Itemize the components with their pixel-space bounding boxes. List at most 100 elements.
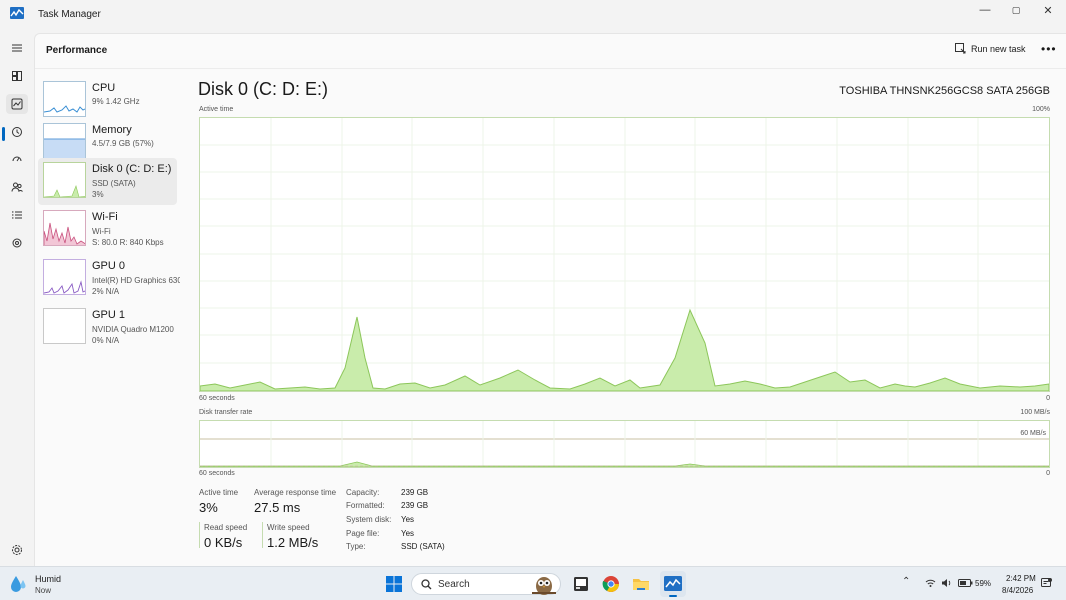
read-speed-label: Read speed bbox=[204, 523, 248, 532]
type-value: SSD (SATA) bbox=[401, 542, 445, 551]
disk-model: TOSHIBA THNSNK256GCS8 SATA 256GB bbox=[839, 85, 1050, 97]
maximize-button[interactable]: ▢ bbox=[998, 0, 1034, 20]
processes-icon[interactable] bbox=[6, 66, 28, 86]
run-task-icon bbox=[955, 43, 966, 54]
title-bar: Task Manager — ▢ ✕ bbox=[0, 0, 1066, 30]
transfer-rate-graph: 60 MB/s bbox=[199, 420, 1050, 468]
active-time-graph bbox=[199, 117, 1050, 392]
file-explorer-icon[interactable] bbox=[631, 574, 651, 594]
weather-droplet-icon[interactable] bbox=[10, 574, 28, 594]
battery-icon[interactable] bbox=[958, 579, 973, 587]
taskbar-search-box[interactable]: Search bbox=[411, 573, 561, 595]
avg-response-value: 27.5 ms bbox=[254, 500, 301, 515]
write-speed-separator bbox=[262, 522, 263, 548]
wifi-icon[interactable] bbox=[925, 578, 936, 588]
active-time-graph-label: Active time bbox=[199, 106, 234, 113]
wifi-name: Wi-Fi bbox=[92, 211, 118, 223]
page-file-value: Yes bbox=[401, 529, 415, 538]
menu-icon[interactable] bbox=[6, 38, 28, 58]
type-label: Type: bbox=[346, 542, 366, 551]
active-time-graph-max: 100% bbox=[1032, 106, 1050, 113]
performance-panel: Performance Run new task ••• CPU 9% 1.42… bbox=[34, 33, 1066, 566]
device-item-cpu[interactable]: CPU 9% 1.42 GHz bbox=[38, 77, 177, 124]
window-title: Task Manager bbox=[38, 9, 101, 20]
settings-icon[interactable] bbox=[6, 540, 28, 560]
search-placeholder: Search bbox=[438, 579, 470, 590]
taskbar: Humid Now Search ⌃ 59% 2:42 PM 8/4/2026 bbox=[0, 566, 1066, 600]
gpu0-name: GPU 0 bbox=[92, 260, 126, 272]
disk-title: Disk 0 (C: D: E:) bbox=[198, 79, 329, 99]
gpu1-usage: 0% N/A bbox=[92, 336, 120, 345]
transfer-rate-graph-label: Disk transfer rate bbox=[199, 409, 253, 416]
disk0-thumbnail-graph bbox=[43, 162, 86, 198]
task-manager-app-icon bbox=[10, 7, 24, 19]
capacity-label: Capacity: bbox=[346, 488, 380, 497]
device-item-disk0[interactable]: Disk 0 (C: D: E:) SSD (SATA) 3% bbox=[38, 158, 177, 205]
battery-percent: 59% bbox=[975, 579, 992, 588]
task-manager-taskbar-button[interactable] bbox=[660, 571, 686, 597]
volume-icon[interactable] bbox=[941, 578, 952, 588]
system-disk-label: System disk: bbox=[346, 515, 392, 524]
active-indicator bbox=[2, 127, 5, 141]
page-file-label: Page file: bbox=[346, 529, 380, 538]
system-disk-value: Yes bbox=[401, 515, 415, 524]
disk0-name: Disk 0 (C: D: E:) bbox=[92, 163, 172, 175]
memory-thumbnail-graph bbox=[43, 123, 86, 159]
gpu1-thumbnail-graph bbox=[43, 308, 86, 344]
services-icon[interactable] bbox=[6, 233, 28, 253]
run-new-task-label: Run new task bbox=[971, 43, 1026, 54]
wifi-throughput: S: 80.0 R: 840 Kbps bbox=[92, 238, 164, 247]
app-history-icon[interactable] bbox=[6, 122, 28, 142]
running-indicator bbox=[669, 595, 677, 597]
device-item-wifi[interactable]: Wi-Fi Wi-Fi S: 80.0 R: 840 Kbps bbox=[38, 206, 177, 253]
device-item-gpu0[interactable]: GPU 0 Intel(R) HD Graphics 630 2% N/A bbox=[38, 255, 180, 302]
task-manager-taskbar-icon bbox=[664, 576, 682, 591]
run-new-task-button[interactable]: Run new task bbox=[955, 43, 1026, 54]
device-item-gpu1[interactable]: GPU 1 NVIDIA Quadro M1200 0% N/A bbox=[38, 304, 177, 351]
active-time-x-right: 0 bbox=[1046, 395, 1050, 402]
cpu-usage: 9% 1.42 GHz bbox=[92, 97, 140, 106]
notes-app-icon[interactable] bbox=[571, 574, 591, 594]
active-time-value: 3% bbox=[199, 500, 218, 515]
more-options-button[interactable]: ••• bbox=[1041, 42, 1057, 56]
gpu0-thumbnail-graph bbox=[43, 259, 86, 295]
active-time-label: Active time bbox=[199, 488, 239, 497]
wifi-adapter: Wi-Fi bbox=[92, 227, 111, 236]
details-icon[interactable] bbox=[6, 205, 28, 225]
chrome-icon[interactable] bbox=[601, 574, 621, 594]
capacity-value: 239 GB bbox=[401, 488, 429, 497]
gpu1-name: GPU 1 bbox=[92, 309, 126, 321]
navigation-rail bbox=[0, 30, 34, 566]
weather-title[interactable]: Humid bbox=[35, 574, 61, 584]
page-title: Performance bbox=[46, 45, 108, 56]
formatted-value: 239 GB bbox=[401, 501, 429, 510]
avg-response-label: Average response time bbox=[254, 488, 337, 497]
active-time-x-left: 60 seconds bbox=[199, 395, 235, 402]
transfer-rate-x-right: 0 bbox=[1046, 470, 1050, 477]
search-icon bbox=[421, 579, 432, 590]
clock-time[interactable]: 2:42 PM bbox=[1006, 574, 1036, 583]
transfer-rate-graph-max: 100 MB/s bbox=[1020, 409, 1050, 416]
notification-icon[interactable] bbox=[1041, 578, 1052, 589]
transfer-rate-x-left: 60 seconds bbox=[199, 470, 235, 477]
chevron-up-icon[interactable]: ⌃ bbox=[902, 576, 910, 587]
clock-date[interactable]: 8/4/2026 bbox=[1002, 586, 1033, 595]
write-speed-value: 1.2 MB/s bbox=[267, 535, 319, 550]
close-button[interactable]: ✕ bbox=[1030, 0, 1066, 20]
wifi-thumbnail-graph bbox=[43, 210, 86, 246]
gpu0-model: Intel(R) HD Graphics 630 bbox=[92, 276, 180, 285]
start-windows-icon[interactable] bbox=[384, 574, 404, 594]
search-highlight-owl-icon bbox=[532, 577, 556, 595]
read-speed-value: 0 KB/s bbox=[204, 535, 243, 550]
memory-name: Memory bbox=[92, 124, 132, 136]
formatted-label: Formatted: bbox=[346, 501, 385, 510]
header-divider bbox=[35, 68, 1066, 69]
weather-subtitle: Now bbox=[35, 586, 52, 595]
gpu0-usage: 2% N/A bbox=[92, 287, 120, 296]
disk0-type: SSD (SATA) bbox=[92, 179, 136, 188]
performance-icon[interactable] bbox=[6, 94, 28, 114]
read-speed-separator bbox=[199, 522, 200, 548]
startup-apps-icon[interactable] bbox=[6, 149, 28, 169]
users-icon[interactable] bbox=[6, 177, 28, 197]
memory-usage: 4.5/7.9 GB (57%) bbox=[92, 139, 154, 148]
